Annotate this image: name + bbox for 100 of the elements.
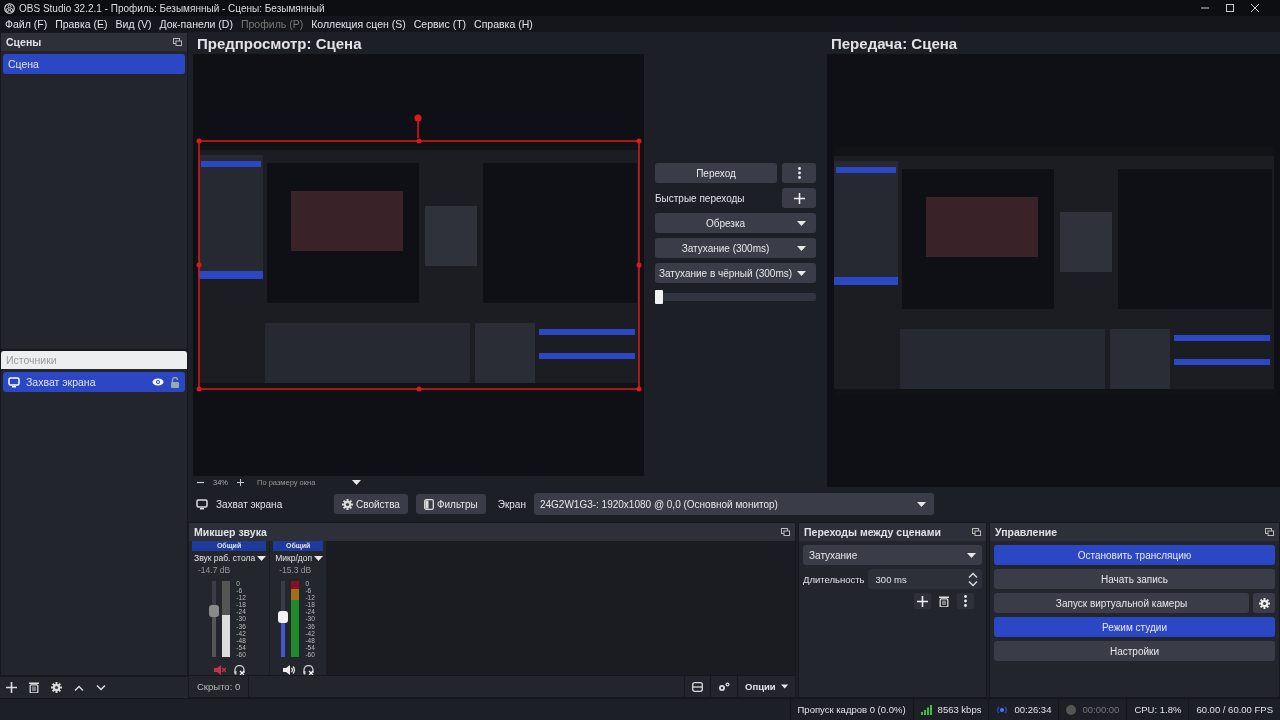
unlocked-lock-icon[interactable] [170, 376, 180, 388]
undock-icon[interactable] [781, 528, 790, 536]
muted-speaker-icon[interactable] [213, 665, 226, 675]
caret-icon [352, 479, 361, 485]
caret-icon [780, 684, 788, 689]
dock-title: Управление [995, 526, 1058, 538]
menu-item[interactable]: Док-панели (D) [155, 18, 237, 30]
cpu-usage: CPU: 1.8% [1134, 704, 1182, 715]
options-button[interactable]: Опции [737, 675, 795, 698]
caret-icon [257, 555, 267, 561]
headphones-icon[interactable] [302, 665, 314, 675]
menu-item[interactable]: Файл (F) [1, 18, 52, 30]
caret-icon [967, 552, 976, 558]
fader-thumb[interactable] [209, 605, 220, 618]
maximize-icon[interactable] [1226, 4, 1234, 12]
source-item[interactable]: Захват экрана [3, 372, 185, 392]
plus-icon[interactable] [237, 478, 244, 486]
chevron-down-icon[interactable] [96, 684, 106, 691]
gear-icon[interactable] [51, 682, 62, 693]
duration-field[interactable]: 300 ms [867, 569, 982, 589]
monitor-icon [196, 498, 208, 510]
control-button[interactable]: Остановить трансляцию [994, 545, 1275, 565]
control-button[interactable]: Запуск виртуальной камеры [994, 593, 1249, 613]
display-label: Экран [497, 498, 526, 510]
stream-time: 00:26:34 [1014, 704, 1052, 715]
app-logo-icon [4, 2, 15, 14]
preview-title: Предпросмотр: Сцена [196, 33, 363, 54]
menu-item[interactable]: Коллекция сцен (S) [307, 18, 410, 30]
trash-icon[interactable] [939, 595, 949, 607]
control-button[interactable]: Настройки [994, 641, 1275, 661]
undock-icon[interactable] [1265, 528, 1274, 536]
undock-icon[interactable] [972, 528, 981, 536]
menu-item[interactable]: Справка (H) [470, 18, 537, 30]
monitor-icon [8, 376, 20, 388]
menu-item[interactable]: Вид (V) [111, 18, 156, 30]
slider-track[interactable] [663, 293, 816, 301]
more-icon [964, 595, 967, 607]
quick-transition-button[interactable]: Затухание (300ms) [655, 238, 816, 258]
quick-transitions-label: Быстрые переходы [655, 192, 746, 204]
fader-thumb[interactable] [278, 611, 289, 624]
transition-dropdown[interactable]: Затухание [803, 545, 982, 565]
more-button[interactable] [782, 163, 816, 183]
source-label: Захват экрана [26, 376, 97, 388]
properties-button[interactable]: Свойства [334, 494, 408, 514]
program-title: Передача: Сцена [830, 33, 959, 54]
dock-title: Сцены [6, 36, 42, 48]
chevron-down-icon[interactable] [968, 580, 978, 587]
more-icon [797, 167, 801, 179]
filters-button[interactable]: Фильтры [415, 494, 486, 514]
scene-item[interactable]: Сцена [3, 54, 185, 74]
eye-icon[interactable] [152, 378, 164, 386]
plus-icon[interactable] [6, 682, 17, 693]
transition-menu-button[interactable] [957, 593, 974, 609]
display-dropdown[interactable]: 24G2W1G3-: 1920x1080 @ 0,0 (Основной монитор) [533, 493, 934, 515]
speaker-icon[interactable] [282, 665, 295, 675]
gear-icon [342, 498, 353, 510]
record-time: 00:00:00 [1082, 704, 1120, 715]
gear-icon [1258, 597, 1270, 609]
channel-name-dropdown[interactable]: Микр/доп [273, 551, 324, 565]
channel-name-dropdown[interactable]: Звук раб. стола [192, 551, 267, 565]
dock-title: Микшер звука [194, 526, 267, 538]
control-button[interactable]: Начать запись [994, 569, 1275, 589]
caret-icon [314, 555, 324, 561]
control-button[interactable]: Режим студии [994, 617, 1275, 637]
dropped-frames: Пропуск кадров 0 (0.0%) [797, 704, 906, 715]
window-title: OBS Studio 32.2.1 - Профиль: Безымянный - Сцены: Безымянный [19, 2, 326, 14]
caret-icon [916, 501, 926, 507]
quick-transition-button[interactable]: Обрезка [655, 213, 816, 233]
fps: 60.00 / 60.00 FPS [1196, 704, 1273, 715]
duration-label: Длительность [803, 573, 865, 585]
filter-icon [423, 498, 434, 510]
minimize-icon[interactable] [1201, 4, 1209, 12]
dock-title: Переходы между сценами [804, 526, 941, 538]
gears-icon[interactable] [718, 681, 730, 692]
volume-reading: -14.7 dB [197, 565, 232, 577]
slider-handle[interactable] [655, 290, 663, 304]
layout-icon[interactable] [692, 681, 703, 692]
headphones-icon[interactable] [233, 665, 245, 675]
trash-icon[interactable] [29, 682, 39, 693]
signal-bars-icon [920, 704, 932, 715]
undock-icon[interactable] [173, 38, 182, 46]
volume-fader[interactable] [281, 581, 286, 657]
close-icon[interactable] [1251, 4, 1259, 12]
caret-icon [797, 270, 806, 276]
menu-item[interactable]: Сервис (T) [409, 18, 471, 30]
plus-icon [917, 595, 928, 607]
plus-icon [793, 192, 805, 204]
volume-reading: -15.3 dB [278, 565, 313, 577]
settings-button[interactable] [1253, 593, 1275, 613]
chevron-up-icon[interactable] [968, 571, 978, 578]
add-button[interactable] [782, 188, 816, 208]
chevron-up-icon[interactable] [74, 684, 84, 691]
dock-title: Источники [6, 354, 57, 366]
add-transition-button[interactable] [914, 593, 931, 609]
hidden-count: Скрыто: 0 [189, 675, 250, 698]
transition-button[interactable]: Переход [655, 163, 777, 183]
caret-icon [797, 220, 806, 226]
caret-icon [797, 245, 806, 251]
quick-transition-button[interactable]: Затухание в чёрный (300ms) [655, 263, 816, 283]
menu-item[interactable]: Правка (E) [51, 18, 112, 30]
